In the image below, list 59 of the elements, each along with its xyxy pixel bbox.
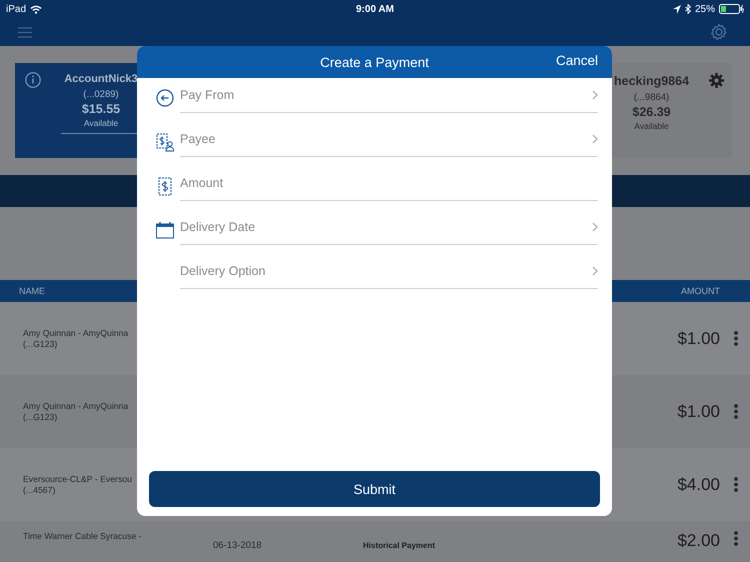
payee-account: (...G123) <box>23 412 58 422</box>
field-label: Pay From <box>180 88 234 102</box>
form-field[interactable]: Payee <box>180 122 598 157</box>
account-name: hecking9864 <box>614 74 690 88</box>
battery-icon <box>719 4 744 14</box>
field-label: Delivery Date <box>180 220 256 234</box>
form-field[interactable]: Delivery Date <box>180 210 598 245</box>
more-options-icon[interactable] <box>734 331 738 346</box>
form-field[interactable]: Delivery Option <box>180 254 598 289</box>
more-options-icon[interactable] <box>734 477 738 492</box>
submit-button[interactable]: Submit <box>149 471 600 507</box>
status-time: 9:00 AM <box>356 4 394 14</box>
column-header: NAME <box>19 286 46 296</box>
payee-account: (...4567) <box>23 484 56 496</box>
battery-percent: 25% <box>694 4 715 14</box>
account-number: (...0289) <box>83 89 119 100</box>
payee-name: Eversource-CL&P - Eversou <box>23 474 133 484</box>
gear-icon <box>709 73 724 88</box>
account-balance: $15.55 <box>82 102 120 116</box>
info-icon <box>25 72 41 88</box>
payment-type: Historical Payment <box>363 540 436 550</box>
device-name: iPad <box>6 4 26 14</box>
location-arrow-icon <box>672 4 681 14</box>
more-options-icon[interactable] <box>734 531 738 546</box>
receipt-person-icon <box>156 132 174 152</box>
account-number: (...9864) <box>634 92 670 103</box>
receipt-icon <box>156 176 174 196</box>
payee-name: Amy Quinnan - AmyQuinna <box>23 400 130 412</box>
settings-icon[interactable] <box>710 23 728 41</box>
payment-amount: $1.00 <box>677 328 720 348</box>
bluetooth-icon <box>684 4 691 14</box>
chevron-right-icon <box>592 134 598 144</box>
form-field[interactable]: Amount <box>180 166 598 201</box>
payment-amount: $2.00 <box>677 531 720 551</box>
chevron-right-icon <box>592 266 598 276</box>
chevron-right-icon <box>592 90 598 100</box>
arrow-circle-icon <box>156 88 174 108</box>
field-label: Payee <box>180 132 216 146</box>
available-label: Available <box>84 118 118 128</box>
form-field[interactable]: Pay From <box>180 78 598 113</box>
payment-amount: $1.00 <box>677 402 720 422</box>
account-name: AccountNick3 <box>64 73 138 85</box>
available-label: Available <box>634 121 669 131</box>
dialog-title: Create a Payment <box>320 54 429 70</box>
menu-icon[interactable] <box>18 26 32 38</box>
payee-account: (...G123) <box>23 338 58 350</box>
cancel-button[interactable]: Cancel <box>556 53 598 68</box>
more-options-icon[interactable] <box>734 404 738 419</box>
account-balance: $26.39 <box>632 105 671 119</box>
payment-date: 06-13-2018 <box>213 539 263 551</box>
field-label: Delivery Option <box>180 264 266 278</box>
payee-name: Time Warner Cable Syracuse - <box>23 531 143 542</box>
field-label: Amount <box>180 176 224 190</box>
payee-name: Amy Quinnan - AmyQuinna <box>23 328 130 338</box>
chevron-right-icon <box>592 222 598 232</box>
payment-amount: $4.00 <box>677 474 720 494</box>
column-header: AMOUNT <box>681 286 720 296</box>
calendar-icon <box>156 220 174 240</box>
wifi-icon <box>30 4 42 14</box>
